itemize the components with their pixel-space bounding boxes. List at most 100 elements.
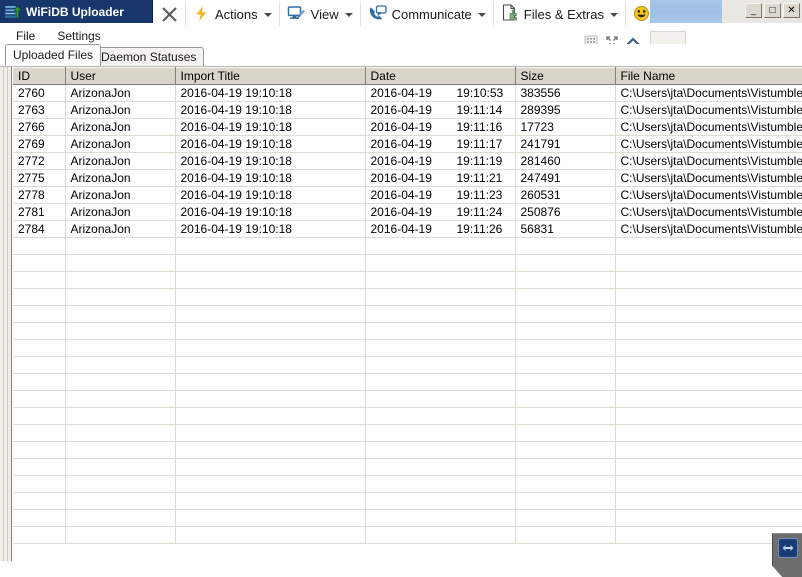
table-row[interactable]: 2775 ArizonaJon 2016-04-19 19:10:18 2016-04… [13,169,802,187]
table-row-empty[interactable] [13,475,802,493]
table-row-empty[interactable] [13,271,802,289]
column-header-date[interactable]: Date [365,67,516,85]
table-row-empty[interactable] [13,458,802,476]
cell-empty [65,237,176,255]
cell-empty [365,288,516,306]
cell-empty [515,288,616,306]
monitor-brush-icon [287,5,306,25]
tab-uploaded-files-label: Uploaded Files [13,48,94,62]
lightning-bolt-icon [193,5,210,25]
maximize-button[interactable]: □ [764,3,781,18]
cell-file-name: C:\Users\jta\Documents\Vistumbler\2 [615,101,802,119]
column-header-id[interactable]: ID [13,67,66,85]
cell-file-name: C:\Users\jta\Documents\Vistumbler\2 [615,220,802,238]
table-row-empty[interactable] [13,407,802,425]
cell-file-name: C:\Users\jta\Documents\Vistumbler\2 [615,186,802,204]
tab-uploaded-files[interactable]: Uploaded Files [5,44,102,66]
table-row-empty[interactable] [13,322,802,340]
tab-strip: Uploaded Files Daemon Statuses [0,44,802,66]
toolbar-view-button[interactable]: View [280,1,360,28]
tab-daemon-statuses[interactable]: Daemon Statuses [93,47,205,66]
table-row-empty[interactable] [13,492,802,510]
cell-empty [175,237,366,255]
cell-size: 281460 [515,152,616,170]
table-row[interactable]: 2760 ArizonaJon 2016-04-19 19:10:18 2016-04… [13,84,802,102]
cell-date-time: 19:11:24 [456,205,503,219]
toolbar-actions-button[interactable]: Actions [186,1,279,28]
cell-empty [615,407,802,425]
cell-empty [615,441,802,459]
table-row[interactable]: 2772 ArizonaJon 2016-04-19 19:10:18 2016-04… [13,152,802,170]
cell-empty [365,254,516,272]
table-row-empty[interactable] [13,356,802,374]
cell-empty [13,424,66,442]
table-row[interactable]: 2763 ArizonaJon 2016-04-19 19:10:18 2016-04… [13,101,802,119]
cell-empty [175,305,366,323]
cell-user: ArizonaJon [65,101,176,119]
table-row[interactable]: 2784 ArizonaJon 2016-04-19 19:10:18 2016-04… [13,220,802,238]
close-button[interactable]: ✕ [783,3,800,18]
table-row-empty[interactable] [13,390,802,408]
table-row-empty[interactable] [13,424,802,442]
cell-date-time: 19:11:17 [456,137,503,151]
table-row-empty[interactable] [13,509,802,527]
app-title-tab[interactable]: WiFiDB Uploader [0,0,153,23]
cell-empty [13,288,66,306]
row-gutter [0,67,12,561]
cell-date: 2016-04-19 19:11:23 [365,186,516,204]
table-row-empty[interactable] [13,373,802,391]
cell-date-time: 19:11:23 [456,188,503,202]
cell-empty [365,390,516,408]
table-row[interactable]: 2766 ArizonaJon 2016-04-19 19:10:18 2016-04… [13,118,802,136]
table-row[interactable]: 2778 ArizonaJon 2016-04-19 19:10:18 2016-04… [13,186,802,204]
toolbar-files-extras-button[interactable]: Files & Extras [494,1,625,28]
cell-id: 2772 [13,152,66,170]
cell-empty [65,458,176,476]
table-row[interactable]: 2781 ArizonaJon 2016-04-19 19:10:18 2016-04… [13,203,802,221]
cell-empty [615,305,802,323]
minimize-button[interactable]: _ [745,3,762,18]
cell-empty [615,356,802,374]
table-row-empty[interactable] [13,237,802,255]
column-header-import-title[interactable]: Import Title [175,67,366,85]
table-row-empty[interactable] [13,254,802,272]
cell-import-title: 2016-04-19 19:10:18 [175,203,366,221]
smiley-face-icon [633,5,650,25]
column-header-user[interactable]: User [65,67,176,85]
menu-item-settings[interactable]: Settings [57,29,100,43]
main-toolbar: Actions View Communicate Files & Extras [153,0,650,30]
toolbar-communicate-button[interactable]: Communicate [361,1,493,28]
cell-date-day: 2016-04-19 [370,205,432,219]
cell-empty [615,458,802,476]
cell-empty [515,339,616,357]
cell-empty [13,509,66,527]
cell-empty [365,526,516,544]
column-header-file-name[interactable]: File Name [615,67,802,85]
table-row-empty[interactable] [13,526,802,544]
grid-scroll-area[interactable]: ID User Import Title Date Size File Name… [13,67,802,561]
cell-empty [175,441,366,459]
cell-empty [515,441,616,459]
cell-empty [13,475,66,493]
cell-size: 247491 [515,169,616,187]
table-row-empty[interactable] [13,441,802,459]
uploaded-files-table: ID User Import Title Date Size File Name… [13,67,802,544]
cell-size: 383556 [515,84,616,102]
close-x-icon[interactable] [153,1,185,28]
cell-user: ArizonaJon [65,169,176,187]
cell-date-day: 2016-04-19 [370,171,432,185]
cell-empty [515,492,616,510]
cell-empty [615,271,802,289]
cell-empty [365,509,516,527]
table-row-empty[interactable] [13,305,802,323]
table-row[interactable]: 2769 ArizonaJon 2016-04-19 19:10:18 2016-04… [13,135,802,153]
column-header-size[interactable]: Size [515,67,616,85]
cell-empty [175,390,366,408]
table-row-empty[interactable] [13,288,802,306]
menu-item-file[interactable]: File [16,29,35,43]
cell-empty [65,492,176,510]
cell-empty [615,424,802,442]
cell-user: ArizonaJon [65,220,176,238]
sync-flyout-handle[interactable] [772,533,802,577]
table-row-empty[interactable] [13,339,802,357]
